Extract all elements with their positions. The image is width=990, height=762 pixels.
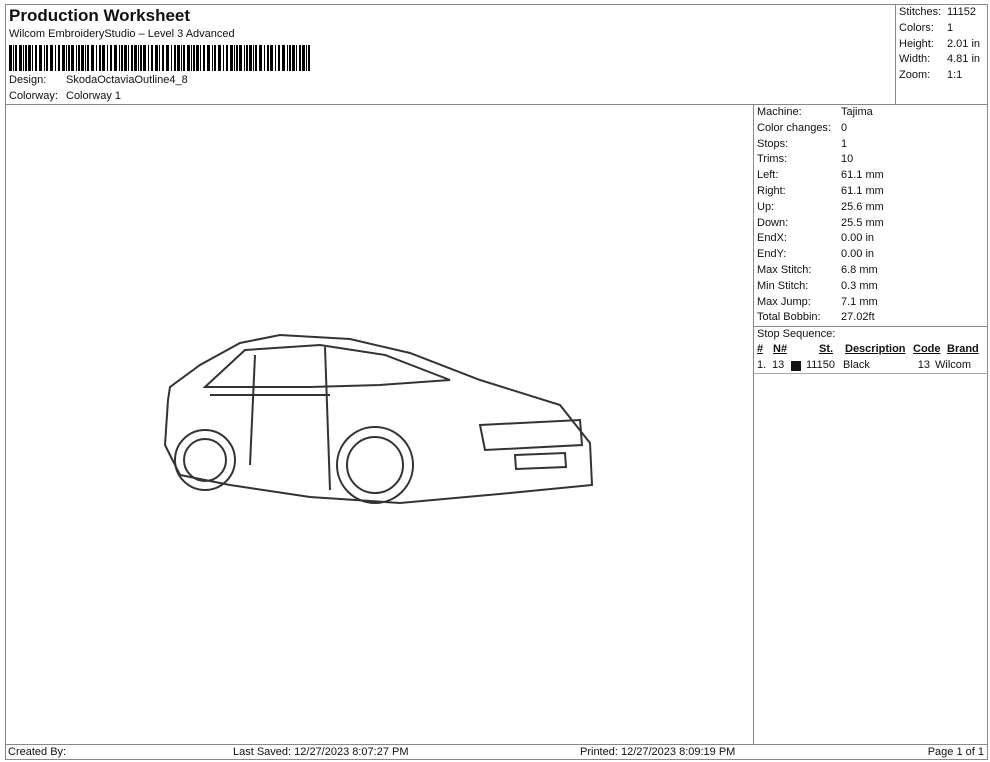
stats-box: Stitches: 11152 Colors: 1 Height: 2.01 in Widt… [895,4,988,105]
footer: Created By: Last Saved: 12/27/2023 8:07:… [5,744,988,760]
stop-sequence-row: 1. 13 11150 Black 13 Wilcom [754,358,988,374]
stat-label: Zoom: [899,69,931,82]
detail-label: Trims: [757,153,788,166]
stat-label: Colors: [899,21,934,34]
detail-label: Stops: [757,137,789,150]
stat-value: 4.81 in [947,53,981,66]
detail-label: EndX: [757,232,787,245]
detail-value: 10 [841,153,854,166]
car-front-wheel [336,426,414,504]
stat-value: 2.01 in [947,37,981,50]
car-door-lines [210,346,331,491]
created-by: Created By: [8,746,67,758]
detail-row: Machine: Tajima [754,105,988,121]
stat-value: 1 [947,21,954,34]
stat-label: Stitches: [899,6,942,18]
detail-row: Down: 25.5 mm [754,216,988,232]
detail-label: Up: [757,200,775,213]
detail-value: 27.02ft [841,311,875,324]
detail-row: EndX: 0.00 in [754,231,988,247]
car-plate [513,451,568,471]
car-window-outline [202,343,451,388]
detail-label: Total Bobbin: [757,311,821,324]
row-description: Black [843,358,870,371]
col-hash: # [757,342,764,355]
detail-label: Left: [757,169,779,182]
row-n: 13 [772,358,785,371]
colorway-name: Colorway 1 [66,90,122,102]
col-st: St. [819,342,834,355]
last-saved: Last Saved: 12/27/2023 8:07:27 PM [233,746,409,758]
details-panel: Machine: Tajima Color changes: 0 Stops: 1 Trim… [753,105,988,745]
stat-row: Width: 4.81 in [899,52,988,68]
stop-sequence-title: Stop Sequence: [754,326,988,342]
col-n: N# [773,342,788,355]
detail-row: Color changes: 0 [754,121,988,137]
detail-value: 61.1 mm [841,169,884,182]
barcode [9,45,311,71]
stat-label: Width: [899,53,931,66]
col-code: Code [913,342,941,355]
car-grille [478,418,584,452]
row-code: 13 [917,358,930,371]
page-title: Production Worksheet [9,6,191,25]
detail-row: Left: 61.1 mm [754,168,988,184]
detail-value: 0 [841,121,848,134]
detail-label: EndY: [757,248,787,261]
stat-row: Zoom: 1:1 [899,68,988,84]
detail-row: Total Bobbin: 27.02ft [754,310,988,326]
detail-value: 25.5 mm [841,216,884,229]
detail-label: Right: [757,184,786,197]
stat-value: 1:1 [947,69,963,82]
detail-row: Stops: 1 [754,137,988,153]
detail-value: 0.3 mm [841,279,878,292]
stat-row: Stitches: 11152 [899,5,988,21]
car-rear-rim [183,438,227,482]
detail-label: Min Stitch: [757,279,809,292]
software-name: Wilcom EmbroideryStudio – Level 3 Advanc… [9,28,235,40]
col-description: Description [845,342,906,355]
row-brand: Wilcom [935,358,972,371]
detail-label: Machine: [757,106,802,118]
detail-value: Tajima [841,106,873,118]
car-front-rim [346,436,404,494]
detail-label: Max Stitch: [757,263,812,276]
detail-value: 6.8 mm [841,263,878,276]
design-row: Design: SkodaOctaviaOutline4_8 [9,74,188,86]
detail-value: 61.1 mm [841,184,884,197]
detail-value: 25.6 mm [841,200,884,213]
colorway-row: Colorway: Colorway 1 [9,90,121,102]
stat-row: Colors: 1 [899,21,988,37]
detail-value: 0.00 in [841,232,875,245]
detail-value: 7.1 mm [841,295,878,308]
design-preview [163,333,594,505]
detail-value: 1 [841,137,848,150]
detail-label: Down: [757,216,789,229]
stat-value: 11152 [947,6,976,18]
design-label: Design: [9,74,47,86]
detail-row: Trims: 10 [754,152,988,168]
detail-value: 0.00 in [841,248,875,261]
page-number: Page 1 of 1 [927,746,984,758]
row-stitches: 11150 [806,358,835,371]
stat-label: Height: [899,37,934,50]
design-name: SkodaOctaviaOutline4_8 [66,74,188,86]
detail-label: Color changes: [757,121,831,134]
colorway-label: Colorway: [9,90,58,102]
printed-date: Printed: 12/27/2023 8:09:19 PM [580,746,736,758]
detail-row: Right: 61.1 mm [754,184,988,200]
detail-row: Max Jump: 7.1 mm [754,295,988,311]
stop-sequence-header: # N# St. Description Code Brand [754,342,988,358]
detail-row: EndY: 0.00 in [754,247,988,263]
row-num: 1. [757,358,767,371]
col-brand: Brand [947,342,979,355]
color-swatch [791,360,801,371]
detail-row: Up: 25.6 mm [754,200,988,216]
detail-row: Max Stitch: 6.8 mm [754,263,988,279]
detail-row: Min Stitch: 0.3 mm [754,279,988,295]
detail-label: Max Jump: [757,295,811,308]
worksheet-header: Production Worksheet Wilcom EmbroiderySt… [5,4,895,105]
stat-row: Height: 2.01 in [899,37,988,53]
